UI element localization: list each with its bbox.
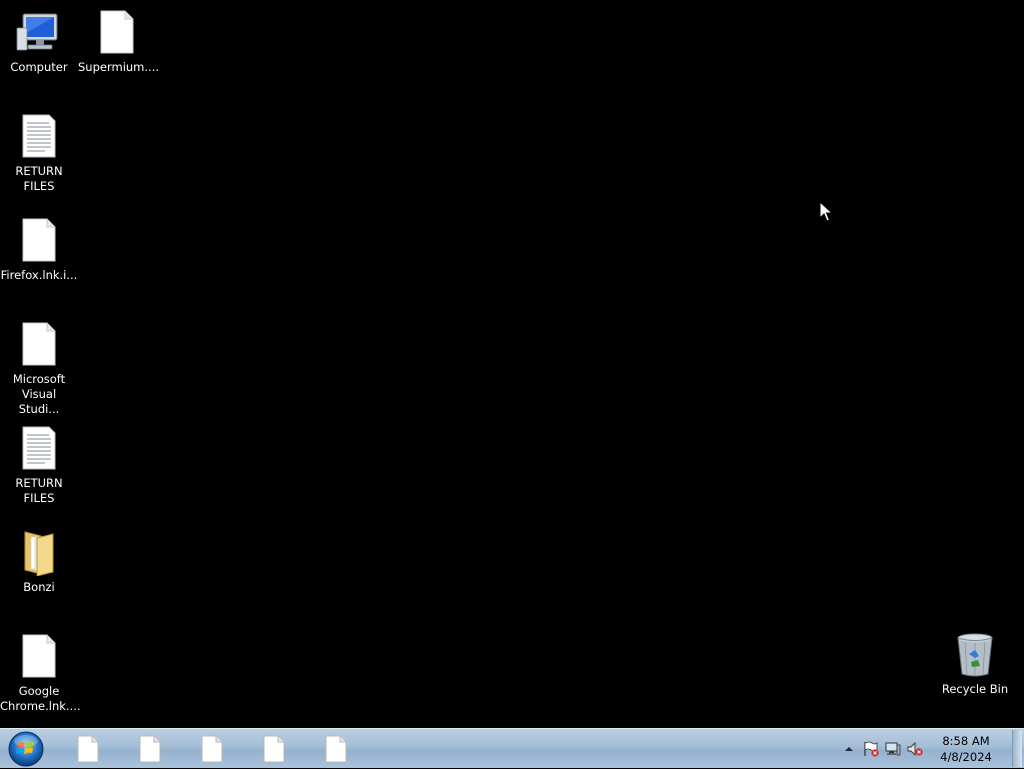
taskbar-pinned-item[interactable] [62, 732, 114, 766]
mouse-cursor-icon [819, 200, 834, 227]
file-icon [139, 735, 161, 763]
show-hidden-icons-arrow[interactable] [840, 741, 858, 757]
desktop-icon-label: Supermium.... [78, 60, 159, 74]
desktop-icon-supermium[interactable]: Supermium.... [78, 8, 159, 75]
file-icon [201, 735, 223, 763]
taskbar-pinned-item[interactable] [186, 732, 238, 766]
network-icon[interactable] [884, 741, 902, 757]
desktop-icon-firefox-lnk[interactable]: Firefox.lnk.i... [0, 216, 78, 283]
show-desktop-button[interactable] [1012, 730, 1022, 767]
clock-time: 8:58 AM [942, 734, 990, 748]
desktop-icon-label: Recycle Bin [941, 682, 1009, 696]
recycle-bin-icon [951, 630, 999, 678]
volume-muted-icon[interactable] [906, 741, 924, 757]
desktop-icon-visual-studio[interactable]: Microsoft Visual Studi... [0, 320, 78, 417]
desktop-icon-bonzi-folder[interactable]: Bonzi [0, 528, 78, 595]
desktop-icon-computer[interactable]: Computer [0, 8, 78, 75]
desktop-icon-label: RETURN FILES [15, 164, 63, 193]
desktop[interactable]: Computer Supermium.... RETURN FILES Fire… [0, 0, 1024, 728]
file-icon [15, 632, 63, 680]
desktop-icon-label: Google Chrome.lnk.... [0, 684, 81, 713]
system-clock[interactable]: 8:58 AM 4/8/2024 [930, 733, 1002, 765]
taskbar-pinned-item[interactable] [310, 732, 362, 766]
clock-date: 4/8/2024 [940, 750, 992, 764]
taskbar-pinned-item[interactable] [248, 732, 300, 766]
desktop-icon-label: RETURN FILES [15, 476, 63, 505]
desktop-icon-label: Firefox.lnk.i... [0, 268, 78, 282]
taskbar: 8:58 AM 4/8/2024 [0, 728, 1024, 768]
taskbar-pinned-item[interactable] [124, 732, 176, 766]
notification-area: 8:58 AM 4/8/2024 [840, 729, 1024, 769]
desktop-icon-chrome-lnk[interactable]: Google Chrome.lnk.... [0, 632, 81, 714]
text-document-icon [15, 112, 63, 160]
start-button[interactable] [6, 731, 46, 767]
file-icon [93, 8, 141, 56]
desktop-icon-label: Microsoft Visual Studi... [12, 372, 66, 416]
computer-icon [15, 8, 63, 56]
text-document-icon [15, 424, 63, 472]
folder-icon [15, 528, 63, 576]
desktop-icon-label: Computer [10, 60, 68, 74]
windows-orb-icon [8, 731, 44, 767]
desktop-icon-return-files-2[interactable]: RETURN FILES [0, 424, 78, 506]
desktop-icon-recycle-bin[interactable]: Recycle Bin [936, 630, 1014, 697]
file-icon [263, 735, 285, 763]
file-icon [15, 216, 63, 264]
file-icon [15, 320, 63, 368]
file-icon [77, 735, 99, 763]
file-icon [325, 735, 347, 763]
desktop-icon-return-files[interactable]: RETURN FILES [0, 112, 78, 194]
desktop-icon-label: Bonzi [23, 580, 55, 594]
action-center-flag-icon[interactable] [862, 741, 880, 757]
